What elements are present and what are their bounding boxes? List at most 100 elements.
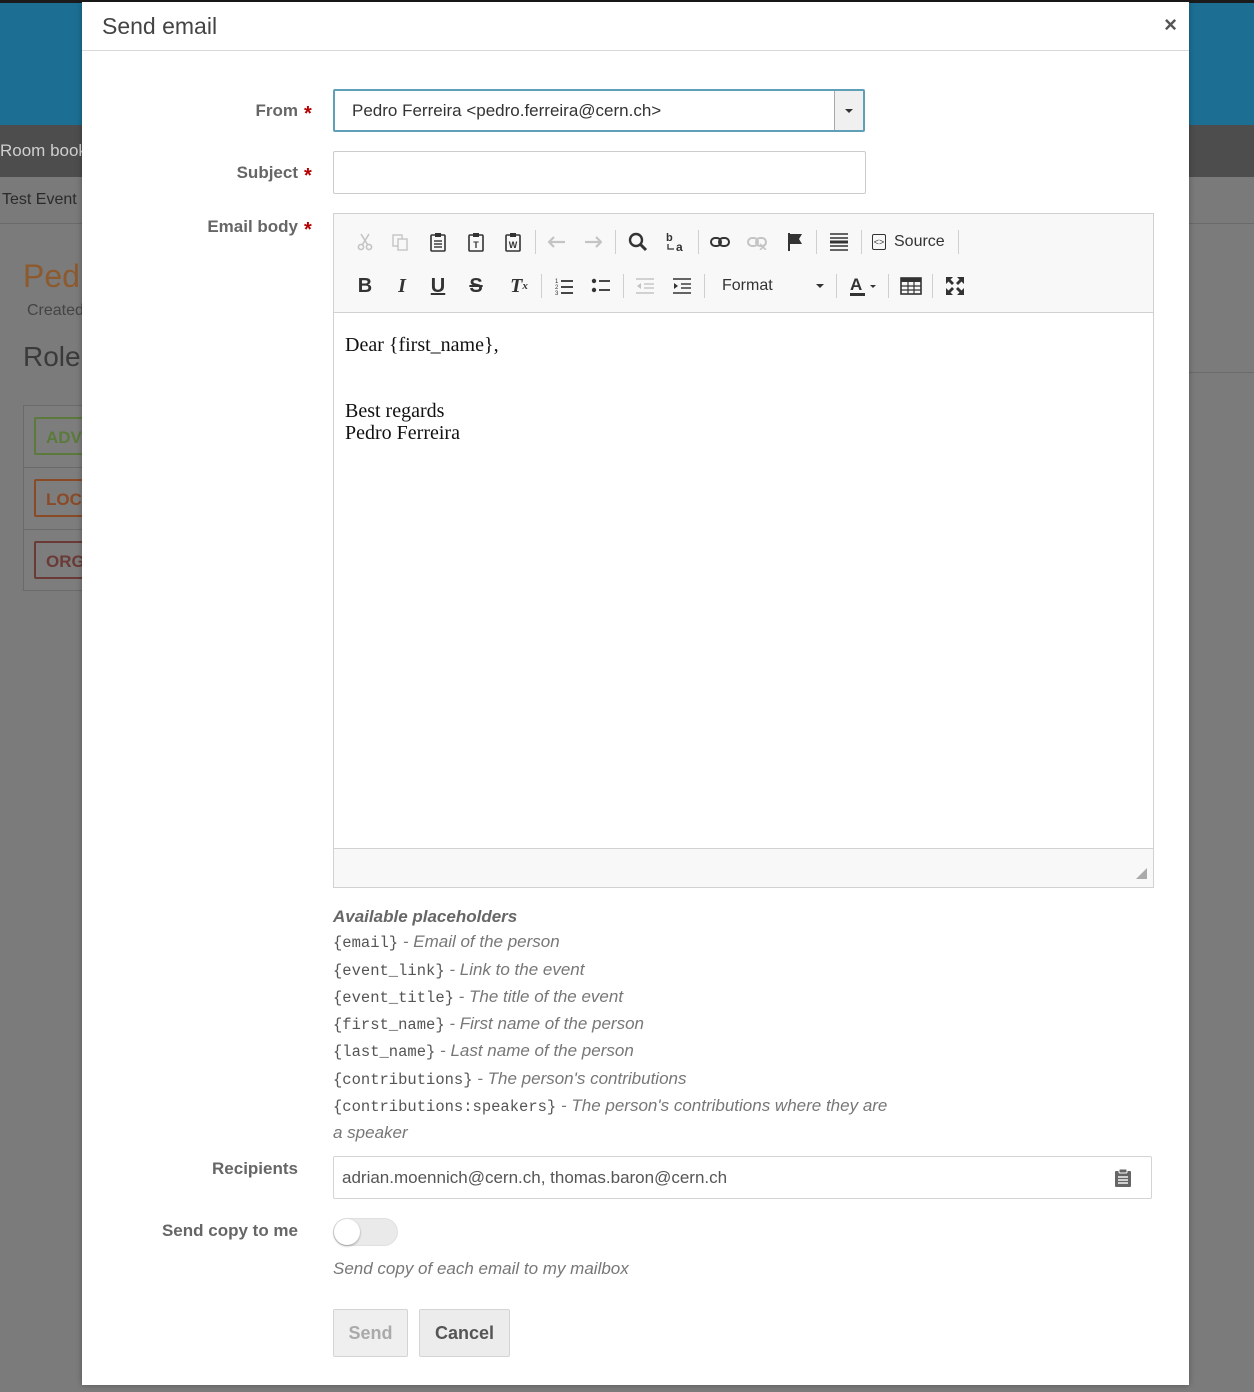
subject-label: Subject bbox=[236, 163, 298, 182]
breadcrumb-event[interactable]: Test Event bbox=[2, 191, 77, 209]
format-label: Format bbox=[722, 277, 773, 294]
svg-text:a: a bbox=[676, 240, 683, 253]
toolbar-separator bbox=[888, 274, 889, 298]
send-copy-help: Send copy of each email to my mailbox bbox=[333, 1259, 629, 1278]
editor-content[interactable]: Dear {first_name}, Best regards Pedro Fe… bbox=[334, 314, 1153, 847]
placeholder-desc: The title of the event bbox=[469, 986, 624, 1006]
body-label: Email body bbox=[207, 217, 298, 236]
paste-icon[interactable] bbox=[424, 228, 452, 256]
format-dropdown[interactable]: Format bbox=[714, 272, 826, 300]
placeholder-desc: Link to the event bbox=[459, 959, 585, 979]
subject-input[interactable] bbox=[333, 151, 866, 194]
placeholder-code: {contributions:speakers} bbox=[333, 1098, 557, 1117]
recipients-value: adrian.moennich@cern.ch, thomas.baron@ce… bbox=[342, 1168, 728, 1187]
body-line: Dear {first_name}, bbox=[345, 334, 499, 356]
body-line: Pedro Ferreira bbox=[345, 422, 460, 444]
send-button[interactable]: Send bbox=[333, 1309, 408, 1357]
toolbar-separator bbox=[958, 230, 959, 254]
placeholder-desc: First name of the person bbox=[459, 1014, 644, 1034]
placeholder-item: {first_name} - First name of the person bbox=[333, 1014, 644, 1035]
table-icon[interactable] bbox=[897, 272, 925, 300]
placeholder-code: {email} bbox=[333, 934, 399, 953]
resize-handle-icon[interactable] bbox=[1136, 868, 1147, 879]
placeholder-desc: Last name of the person bbox=[450, 1041, 634, 1061]
placeholder-desc: Email of the person bbox=[413, 932, 560, 952]
italic-icon[interactable]: I bbox=[388, 272, 416, 300]
send-copy-toggle[interactable] bbox=[333, 1218, 398, 1246]
placeholder-item: {event_link} - Link to the event bbox=[333, 959, 585, 980]
search-icon[interactable] bbox=[624, 228, 652, 256]
clipboard-icon[interactable] bbox=[1114, 1168, 1132, 1188]
required-star-icon: * bbox=[304, 165, 312, 187]
empty-line bbox=[345, 356, 1142, 400]
unlink-icon[interactable] bbox=[743, 228, 771, 256]
remove-format-icon[interactable]: Tx bbox=[505, 272, 533, 300]
strikethrough-icon[interactable]: S bbox=[462, 272, 490, 300]
toolbar-separator bbox=[615, 230, 616, 254]
source-label: Source bbox=[894, 233, 945, 250]
maximize-icon[interactable] bbox=[941, 272, 969, 300]
bold-icon[interactable]: B bbox=[351, 272, 379, 300]
toolbar-separator bbox=[698, 230, 699, 254]
placeholders-help: Available placeholders {email} - Email o… bbox=[333, 904, 893, 1146]
roles-heading: Role bbox=[23, 341, 81, 372]
dialog-title: Send email bbox=[102, 13, 218, 39]
cut-icon[interactable] bbox=[351, 228, 379, 256]
toolbar-separator bbox=[932, 274, 933, 298]
placeholder-code: {event_title} bbox=[333, 988, 454, 1007]
toolbar-separator bbox=[816, 230, 817, 254]
required-star-icon: * bbox=[304, 219, 312, 241]
placeholder-item: {contributions:speakers} - The person's … bbox=[333, 1096, 888, 1143]
link-icon[interactable] bbox=[706, 228, 734, 256]
required-star-icon: * bbox=[304, 103, 312, 125]
source-button[interactable]: <> Source bbox=[872, 228, 945, 256]
send-email-dialog: Send email × From * Pedro Ferreira <pedr… bbox=[82, 2, 1189, 1385]
chevron-down-icon bbox=[816, 284, 824, 288]
redo-icon[interactable] bbox=[579, 228, 607, 256]
dialog-header: Send email × bbox=[82, 2, 1189, 51]
copy-icon[interactable] bbox=[386, 228, 414, 256]
horizontal-rule-icon[interactable] bbox=[825, 228, 853, 256]
toolbar-separator bbox=[535, 230, 536, 254]
placeholder-desc: The person's contributions bbox=[487, 1068, 687, 1088]
paste-text-icon[interactable]: T bbox=[462, 228, 490, 256]
toggle-knob bbox=[334, 1219, 360, 1245]
placeholder-item: {email} - Email of the person bbox=[333, 932, 560, 953]
paste-word-icon[interactable]: W bbox=[499, 228, 527, 256]
person-title: Ped bbox=[23, 258, 80, 294]
text-color-icon[interactable]: A bbox=[846, 272, 882, 300]
recipients-label: Recipients bbox=[212, 1159, 298, 1178]
placeholder-item: {last_name} - Last name of the person bbox=[333, 1041, 634, 1062]
from-select[interactable]: Pedro Ferreira <pedro.ferreira@cern.ch> bbox=[333, 89, 865, 132]
replace-icon[interactable]: ba bbox=[662, 228, 690, 256]
bulleted-list-icon[interactable] bbox=[587, 272, 615, 300]
placeholders-title: Available placeholders bbox=[333, 907, 518, 926]
from-value: Pedro Ferreira <pedro.ferreira@cern.ch> bbox=[352, 101, 662, 120]
placeholder-code: {contributions} bbox=[333, 1070, 473, 1089]
source-icon: <> bbox=[872, 234, 886, 250]
cancel-button[interactable]: Cancel bbox=[419, 1309, 510, 1357]
recipients-field[interactable]: adrian.moennich@cern.ch, thomas.baron@ce… bbox=[333, 1156, 1152, 1199]
numbered-list-icon[interactable]: 123 bbox=[550, 272, 578, 300]
nav-item-room-booking[interactable]: Room book bbox=[0, 141, 87, 161]
from-label: From bbox=[255, 101, 299, 120]
toolbar-separator bbox=[541, 274, 542, 298]
placeholder-code: {first_name} bbox=[333, 1016, 445, 1035]
send-copy-label: Send copy to me bbox=[161, 1221, 298, 1240]
anchor-flag-icon[interactable] bbox=[781, 228, 809, 256]
chevron-down-icon[interactable] bbox=[834, 91, 863, 130]
increase-indent-icon[interactable] bbox=[668, 272, 696, 300]
placeholder-item: {event_title} - The title of the event bbox=[333, 986, 624, 1007]
svg-text:A: A bbox=[850, 275, 862, 294]
toolbar-separator bbox=[704, 274, 705, 298]
undo-icon[interactable] bbox=[543, 228, 571, 256]
svg-text:b: b bbox=[666, 232, 673, 244]
divider bbox=[1189, 372, 1254, 373]
decrease-indent-icon[interactable] bbox=[631, 272, 659, 300]
editor-statusbar bbox=[334, 848, 1153, 887]
toolbar-separator bbox=[836, 274, 837, 298]
placeholder-code: {event_link} bbox=[333, 961, 445, 980]
rich-text-editor: T W ba <> Source B I U S T x 1 2 3 Forma… bbox=[333, 213, 1154, 888]
underline-icon[interactable]: U bbox=[424, 272, 452, 300]
close-icon[interactable]: × bbox=[1164, 14, 1177, 36]
